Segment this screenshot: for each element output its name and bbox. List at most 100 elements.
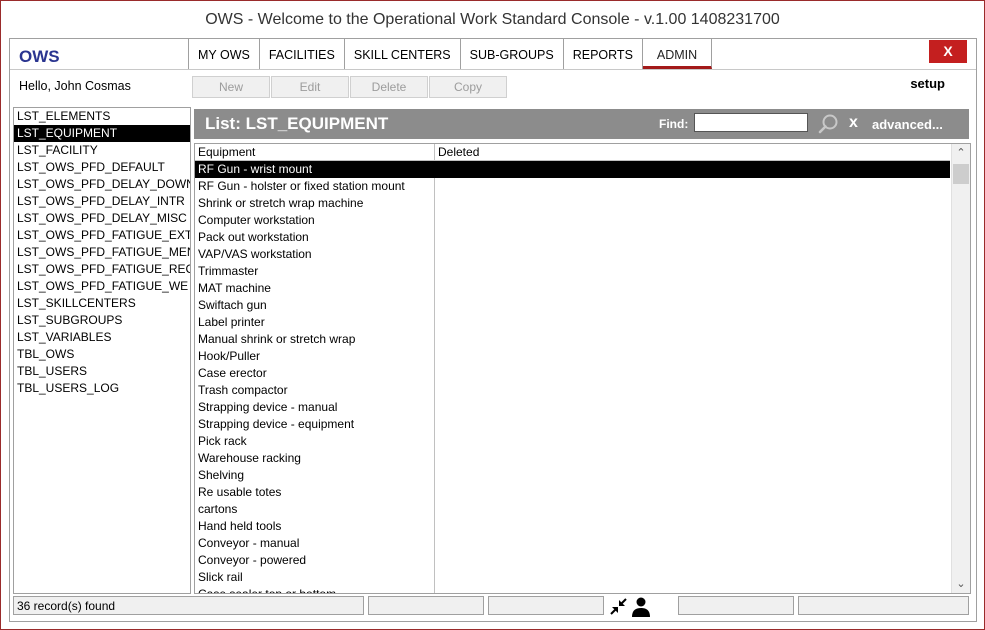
list-item[interactable]: TBL_OWS	[14, 346, 190, 363]
list-item[interactable]: LST_OWS_PFD_FATIGUE_EXT	[14, 227, 190, 244]
table-row[interactable]: Trimmaster	[195, 263, 950, 280]
cell-equipment: Case sealer top or bottom	[198, 587, 337, 594]
cell-equipment: Re usable totes	[198, 485, 282, 499]
list-item[interactable]: LST_ELEMENTS	[14, 108, 190, 125]
table-row[interactable]: Hand held tools	[195, 518, 950, 535]
cell-equipment: Shrink or stretch wrap machine	[198, 196, 364, 210]
list-item[interactable]: LST_FACILITY	[14, 142, 190, 159]
new-button[interactable]: New	[192, 76, 270, 98]
list-item[interactable]: LST_OWS_PFD_DELAY_INTR	[14, 193, 190, 210]
table-row[interactable]: Warehouse racking	[195, 450, 950, 467]
edit-button[interactable]: Edit	[271, 76, 349, 98]
list-item[interactable]: LST_OWS_PFD_DELAY_DOWN	[14, 176, 190, 193]
list-item[interactable]: LST_OWS_PFD_DELAY_MISC	[14, 210, 190, 227]
table-row[interactable]: RF Gun - holster or fixed station mount	[195, 178, 950, 195]
table-row[interactable]: Slick rail	[195, 569, 950, 586]
cell-equipment: Shelving	[198, 468, 245, 482]
table-row[interactable]: Computer workstation	[195, 212, 950, 229]
cell-equipment: Hand held tools	[198, 519, 282, 533]
setup-link[interactable]: setup	[910, 76, 945, 91]
list-item[interactable]: LST_OWS_PFD_DEFAULT	[14, 159, 190, 176]
table-row[interactable]: MAT machine	[195, 280, 950, 297]
list-item[interactable]: TBL_USERS_LOG	[14, 380, 190, 397]
app-logo: OWS	[19, 47, 60, 66]
table-row-selected[interactable]: RF Gun - wrist mount	[195, 161, 950, 178]
clear-search-button[interactable]: x	[849, 114, 858, 132]
list-item[interactable]: LST_OWS_PFD_FATIGUE_MEN	[14, 244, 190, 261]
find-input[interactable]	[694, 113, 808, 132]
table-row[interactable]: VAP/VAS workstation	[195, 246, 950, 263]
equipment-grid[interactable]: Equipment Deleted RF Gun - wrist mount RF…	[194, 143, 971, 594]
collapse-arrows-icon[interactable]	[608, 596, 630, 618]
status-cell	[368, 596, 484, 615]
table-row[interactable]: Shelving	[195, 467, 950, 484]
list-item[interactable]: LST_OWS_PFD_FATIGUE_REC	[14, 261, 190, 278]
table-list[interactable]: LST_ELEMENTS LST_EQUIPMENT LST_FACILITY …	[13, 107, 191, 594]
scroll-up-icon[interactable]: ⌃	[952, 144, 970, 162]
main-nav: MY OWS FACILITIES SKILL CENTERS SUB-GROU…	[188, 39, 713, 69]
column-header-deleted[interactable]: Deleted	[435, 144, 479, 160]
toolbar: Hello, John Cosmas New Edit Delete Copy …	[10, 70, 976, 98]
greeting: Hello, John Cosmas	[19, 79, 131, 93]
status-cell	[678, 596, 794, 615]
grid-rows: RF Gun - wrist mount RF Gun - holster or …	[195, 161, 950, 594]
cell-equipment: Computer workstation	[198, 213, 315, 227]
tab-skill-centers[interactable]: SKILL CENTERS	[345, 39, 461, 69]
vertical-scrollbar[interactable]: ⌃ ⌄	[951, 144, 970, 593]
table-row[interactable]: Shrink or stretch wrap machine	[195, 195, 950, 212]
table-row[interactable]: Case sealer top or bottom	[195, 586, 950, 594]
cell-equipment: Trash compactor	[198, 383, 288, 397]
user-icon[interactable]	[630, 596, 652, 618]
cell-equipment: Manual shrink or stretch wrap	[198, 332, 356, 346]
delete-button[interactable]: Delete	[350, 76, 428, 98]
tab-my-ows[interactable]: MY OWS	[189, 39, 260, 69]
advanced-search-link[interactable]: advanced...	[872, 117, 943, 132]
cell-equipment: Strapping device - manual	[198, 400, 338, 414]
close-button[interactable]: X	[929, 40, 967, 63]
table-row[interactable]: Strapping device - equipment	[195, 416, 950, 433]
table-row[interactable]: cartons	[195, 501, 950, 518]
scroll-down-icon[interactable]: ⌄	[952, 575, 970, 593]
cell-equipment: Trimmaster	[198, 264, 259, 278]
column-header-equipment[interactable]: Equipment	[195, 144, 255, 160]
top-nav-bar: OWS MY OWS FACILITIES SKILL CENTERS SUB-…	[10, 39, 976, 70]
status-bar: 36 record(s) found	[13, 596, 971, 617]
cell-equipment: Strapping device - equipment	[198, 417, 355, 431]
table-row[interactable]: Hook/Puller	[195, 348, 950, 365]
table-row[interactable]: Swiftach gun	[195, 297, 950, 314]
copy-button[interactable]: Copy	[429, 76, 507, 98]
table-row[interactable]: Pack out workstation	[195, 229, 950, 246]
table-row[interactable]: Manual shrink or stretch wrap	[195, 331, 950, 348]
status-cell	[488, 596, 604, 615]
table-row[interactable]: Case erector	[195, 365, 950, 382]
search-icon[interactable]	[818, 113, 840, 135]
table-row[interactable]: Re usable totes	[195, 484, 950, 501]
list-item[interactable]: LST_VARIABLES	[14, 329, 190, 346]
cell-equipment: VAP/VAS workstation	[198, 247, 312, 261]
status-cell	[798, 596, 969, 615]
list-item[interactable]: LST_SUBGROUPS	[14, 312, 190, 329]
scroll-thumb[interactable]	[953, 164, 969, 184]
list-item[interactable]: TBL_USERS	[14, 363, 190, 380]
cell-equipment: Swiftach gun	[198, 298, 267, 312]
tab-reports[interactable]: REPORTS	[564, 39, 643, 69]
list-item-selected[interactable]: LST_EQUIPMENT	[14, 125, 190, 142]
list-item[interactable]: LST_SKILLCENTERS	[14, 295, 190, 312]
list-item[interactable]: LST_OWS_PFD_FATIGUE_WE	[14, 278, 190, 295]
table-row[interactable]: Conveyor - powered	[195, 552, 950, 569]
panel-header: List: LST_EQUIPMENT Find: x advanced...	[194, 109, 969, 139]
cell-equipment: Conveyor - manual	[198, 536, 300, 550]
table-row[interactable]: Strapping device - manual	[195, 399, 950, 416]
cell-equipment: RF Gun - holster or fixed station mount	[198, 179, 405, 193]
tab-sub-groups[interactable]: SUB-GROUPS	[461, 39, 564, 69]
tab-facilities[interactable]: FACILITIES	[260, 39, 345, 69]
table-row[interactable]: Trash compactor	[195, 382, 950, 399]
cell-equipment: cartons	[198, 502, 238, 516]
cell-equipment: Pack out workstation	[198, 230, 309, 244]
table-row[interactable]: Label printer	[195, 314, 950, 331]
table-row[interactable]: Pick rack	[195, 433, 950, 450]
cell-equipment: Label printer	[198, 315, 265, 329]
tab-admin[interactable]: ADMIN	[642, 39, 713, 69]
table-row[interactable]: Conveyor - manual	[195, 535, 950, 552]
panel-title: List: LST_EQUIPMENT	[205, 114, 389, 133]
